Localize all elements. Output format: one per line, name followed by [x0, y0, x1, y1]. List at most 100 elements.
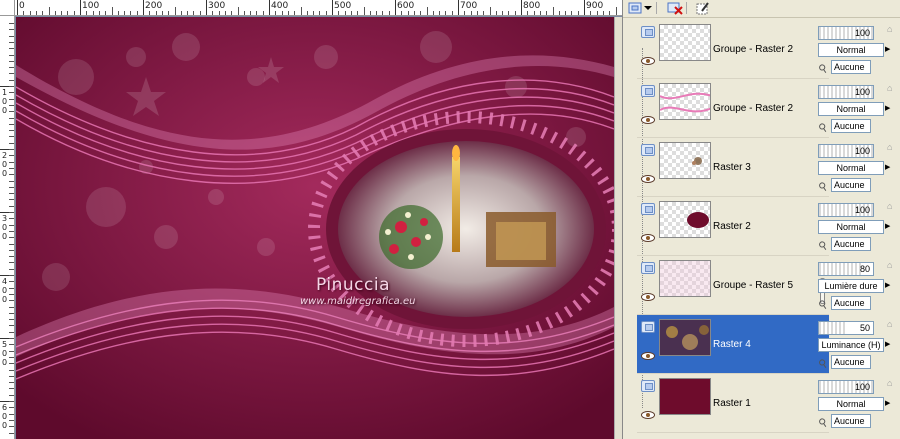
- eye-icon[interactable]: [641, 175, 655, 183]
- canvas-scrollbar[interactable]: [614, 17, 622, 439]
- layer-type-icon[interactable]: [641, 380, 655, 392]
- ruler-label: 500: [334, 1, 352, 11]
- link-select[interactable]: Aucune: [831, 296, 871, 310]
- layer-row[interactable]: Groupe - Raster 5: [637, 256, 829, 315]
- lock-icon[interactable]: ⌂: [887, 24, 899, 40]
- eye-icon[interactable]: [641, 234, 655, 242]
- eye-icon[interactable]: [641, 411, 655, 419]
- layer-row[interactable]: Raster 2: [637, 197, 829, 256]
- ruler-tick: [521, 0, 522, 15]
- layer-type-icon[interactable]: [641, 203, 655, 215]
- layer-type-icon[interactable]: [641, 85, 655, 97]
- ruler-tick: [206, 0, 207, 15]
- eye-icon[interactable]: [641, 352, 655, 360]
- link-select[interactable]: Aucune: [831, 119, 871, 133]
- blend-dropdown-arrow-icon[interactable]: ▶: [885, 280, 893, 292]
- opacity-slider[interactable]: 100: [818, 203, 874, 217]
- ruler-minor-tick: [369, 11, 371, 15]
- image-canvas[interactable]: Pinuccia www.maidiregrafica.eu: [16, 17, 614, 439]
- opacity-slider[interactable]: 100: [818, 26, 874, 40]
- ruler-minor-tick: [224, 11, 226, 15]
- lock-icon[interactable]: ⌂: [887, 83, 899, 99]
- lock-icon[interactable]: ⌂: [887, 378, 899, 394]
- ruler-minor-tick: [9, 419, 14, 421]
- layer-thumbnail: [659, 260, 711, 297]
- blend-mode-select[interactable]: Normal: [818, 220, 884, 234]
- opacity-slider[interactable]: 100: [818, 144, 874, 158]
- ruler-minor-tick: [9, 104, 14, 106]
- lock-icon[interactable]: ⌂: [887, 260, 899, 276]
- eye-icon[interactable]: [641, 116, 655, 124]
- edit-icon[interactable]: [695, 1, 711, 15]
- ruler-minor-tick: [9, 382, 14, 384]
- layer-type-icon[interactable]: [641, 144, 655, 156]
- layers-toolbar: [623, 0, 900, 18]
- link-select[interactable]: Aucune: [831, 60, 871, 74]
- ruler-minor-tick: [250, 11, 252, 15]
- ruler-minor-tick: [54, 11, 56, 15]
- blend-mode-select[interactable]: Normal: [818, 43, 884, 57]
- blend-dropdown-arrow-icon[interactable]: ▶: [885, 339, 893, 351]
- ruler-minor-tick: [9, 149, 14, 150]
- ruler-minor-tick: [9, 281, 14, 283]
- artwork: [16, 17, 614, 439]
- ruler-minor-tick: [338, 11, 340, 15]
- ruler-label: 1 0 0: [2, 88, 8, 115]
- ruler-minor-tick: [9, 432, 14, 434]
- lock-icon[interactable]: ⌂: [887, 319, 899, 335]
- ruler-minor-tick: [9, 319, 14, 321]
- blend-mode-select[interactable]: Normal: [818, 102, 884, 116]
- delete-layer-icon[interactable]: [667, 1, 683, 15]
- opacity-slider[interactable]: 100: [818, 85, 874, 99]
- layer-properties-row: 100 ⌂ Normal ▶ ⚲ Aucune: [815, 374, 900, 433]
- ruler-minor-tick: [319, 11, 321, 15]
- opacity-slider[interactable]: 50: [818, 321, 874, 335]
- blend-dropdown-arrow-icon[interactable]: ▶: [885, 221, 893, 233]
- blend-dropdown-arrow-icon[interactable]: ▶: [885, 103, 893, 115]
- layer-row[interactable]: Groupe - Raster 2: [637, 79, 829, 138]
- blend-mode-select[interactable]: Lumière dure: [818, 279, 884, 293]
- layer-type-icon[interactable]: [641, 321, 655, 333]
- ruler-minor-tick: [9, 98, 14, 100]
- layer-type-icon[interactable]: [641, 26, 655, 38]
- ruler-minor-tick: [9, 193, 14, 195]
- blend-dropdown-arrow-icon[interactable]: ▶: [885, 162, 893, 174]
- eye-icon[interactable]: [641, 293, 655, 301]
- ruler-label: 4 0 0: [2, 277, 8, 304]
- ruler-minor-tick: [262, 11, 264, 15]
- blend-mode-select[interactable]: Normal: [818, 161, 884, 175]
- ruler-minor-tick: [464, 11, 466, 15]
- ruler-label: 100: [82, 1, 100, 11]
- lock-icon[interactable]: ⌂: [887, 142, 899, 158]
- blend-mode-select[interactable]: Luminance (H): [818, 338, 884, 352]
- dropdown-arrow-icon[interactable]: [643, 1, 653, 15]
- blend-dropdown-arrow-icon[interactable]: ▶: [885, 44, 893, 56]
- layer-row[interactable]: Raster 1: [637, 374, 829, 433]
- layer-name: Raster 4: [713, 339, 751, 350]
- link-select[interactable]: Aucune: [831, 355, 871, 369]
- ruler-minor-tick: [9, 86, 14, 87]
- layer-view-icon[interactable]: [627, 1, 643, 15]
- blend-mode-select[interactable]: Normal: [818, 397, 884, 411]
- link-select[interactable]: Aucune: [831, 237, 871, 251]
- layer-thumbnail: [659, 142, 711, 179]
- layer-row[interactable]: Groupe - Raster 2: [637, 20, 829, 79]
- ruler-minor-tick: [187, 11, 189, 15]
- ruler-minor-tick: [61, 11, 63, 15]
- link-select[interactable]: Aucune: [831, 178, 871, 192]
- blend-dropdown-arrow-icon[interactable]: ▶: [885, 398, 893, 410]
- lock-icon[interactable]: ⌂: [887, 201, 899, 217]
- layer-thumbnail: [659, 201, 711, 238]
- eye-icon[interactable]: [641, 57, 655, 65]
- canvas-area[interactable]: 0 100 200 300 400 500 600 700 800 900 1 0 0 2 0 0 3…: [0, 0, 622, 439]
- layer-row-selected[interactable]: Raster 4: [637, 315, 829, 374]
- ruler-minor-tick: [23, 11, 25, 15]
- link-select[interactable]: Aucune: [831, 414, 871, 428]
- opacity-slider[interactable]: 100: [818, 380, 874, 394]
- ruler-minor-tick: [161, 11, 163, 15]
- ruler-minor-tick: [117, 11, 119, 15]
- layer-row[interactable]: Raster 3: [637, 138, 829, 197]
- layer-type-icon[interactable]: [641, 262, 655, 274]
- ruler-label: 200: [145, 1, 163, 11]
- opacity-slider[interactable]: 80: [818, 262, 874, 276]
